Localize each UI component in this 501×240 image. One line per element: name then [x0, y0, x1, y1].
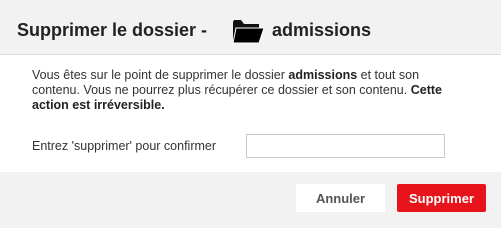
delete-button[interactable]: Supprimer [397, 184, 486, 212]
delete-folder-dialog: Supprimer le dossier - admissions Vous ê… [0, 0, 501, 228]
folder-icon [231, 17, 265, 45]
dialog-body: Vous êtes sur le point de supprimer le d… [0, 56, 501, 172]
dialog-header: Supprimer le dossier - admissions [0, 0, 501, 55]
warning-message: Vous êtes sur le point de supprimer le d… [32, 68, 452, 113]
message-folder-name: admissions [288, 68, 358, 82]
dialog-folder-name: admissions [272, 20, 372, 40]
confirm-label: Entrez 'supprimer' pour confirmer [32, 139, 217, 153]
confirm-input[interactable] [246, 134, 445, 158]
dialog-title: Supprimer le dossier - [17, 20, 208, 40]
cancel-button[interactable]: Annuler [296, 184, 385, 212]
message-text-1: Vous êtes sur le point de supprimer le d… [32, 68, 289, 82]
dialog-footer: Annuler Supprimer [0, 172, 501, 228]
